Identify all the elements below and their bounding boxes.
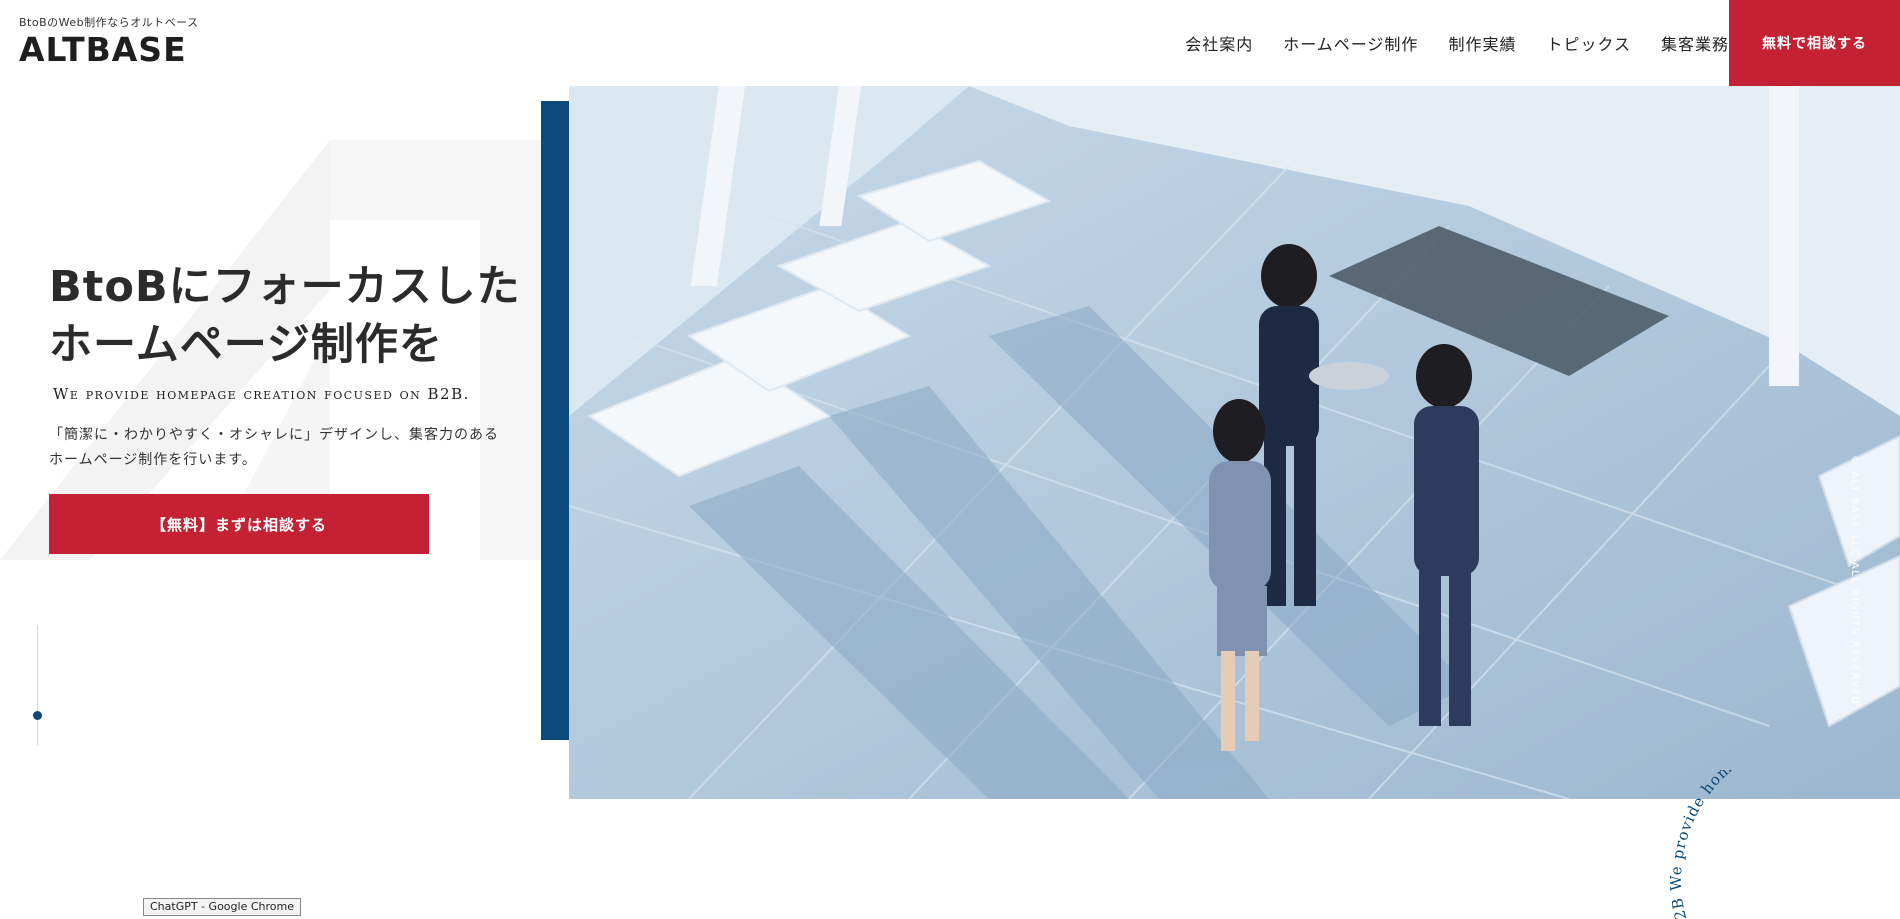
hero-title: BtoBにフォーカスした ホームページ制作を: [49, 258, 529, 374]
hero-subtitle: We provide homepage creation focused on …: [53, 385, 470, 403]
svg-text:B2B We provide homepage creati: B2B We provide homepage creation focused…: [1667, 770, 1900, 919]
nav-item-homepage-production[interactable]: ホームページ制作: [1283, 31, 1418, 55]
rotating-circle-text: B2B We provide homepage creation focused…: [1667, 770, 1900, 919]
circle-text-path: B2B We provide homepage creation focused…: [1667, 770, 1900, 919]
nav-item-marketing[interactable]: 集客業務: [1661, 31, 1729, 55]
photo-accent-bar: [541, 101, 570, 740]
hero-title-line-1: BtoBにフォーカスした: [49, 262, 521, 312]
nav-item-company[interactable]: 会社案内: [1185, 31, 1253, 55]
site-logo[interactable]: BtoBのWeb制作ならオルトベース ALTBASE: [19, 14, 199, 68]
main-nav: 会社案内 ホームページ制作 制作実績 トピックス 集客業務: [1155, 0, 1729, 86]
copyright-text: © ALT BASE LLC ALL RIGHTS RESERVED: [1849, 455, 1860, 706]
logo-wordmark: ALTBASE: [19, 30, 187, 69]
site-header: BtoBのWeb制作ならオルトベース ALTBASE 会社案内 ホームページ制作…: [0, 0, 1900, 86]
hero-description: 「簡潔に・わかりやすく・オシャレに」デザインし、集客力のあるホームページ制作を行…: [49, 427, 499, 468]
nav-item-topics[interactable]: トピックス: [1546, 31, 1631, 55]
window-tooltip: ChatGPT - Google Chrome: [143, 898, 301, 916]
hero-title-line-2: ホームページ制作を: [49, 320, 443, 370]
scroll-indicator-dot: [33, 711, 42, 720]
logo-tagline: BtoBのWeb制作ならオルトベース: [19, 16, 199, 29]
hero-photo: [569, 86, 1900, 799]
hero-consult-button[interactable]: 【無料】まずは相談する: [49, 494, 429, 554]
free-consultation-button[interactable]: 無料で相談する: [1729, 0, 1900, 86]
nav-item-works[interactable]: 制作実績: [1448, 31, 1516, 55]
scroll-indicator-line: [37, 625, 38, 745]
